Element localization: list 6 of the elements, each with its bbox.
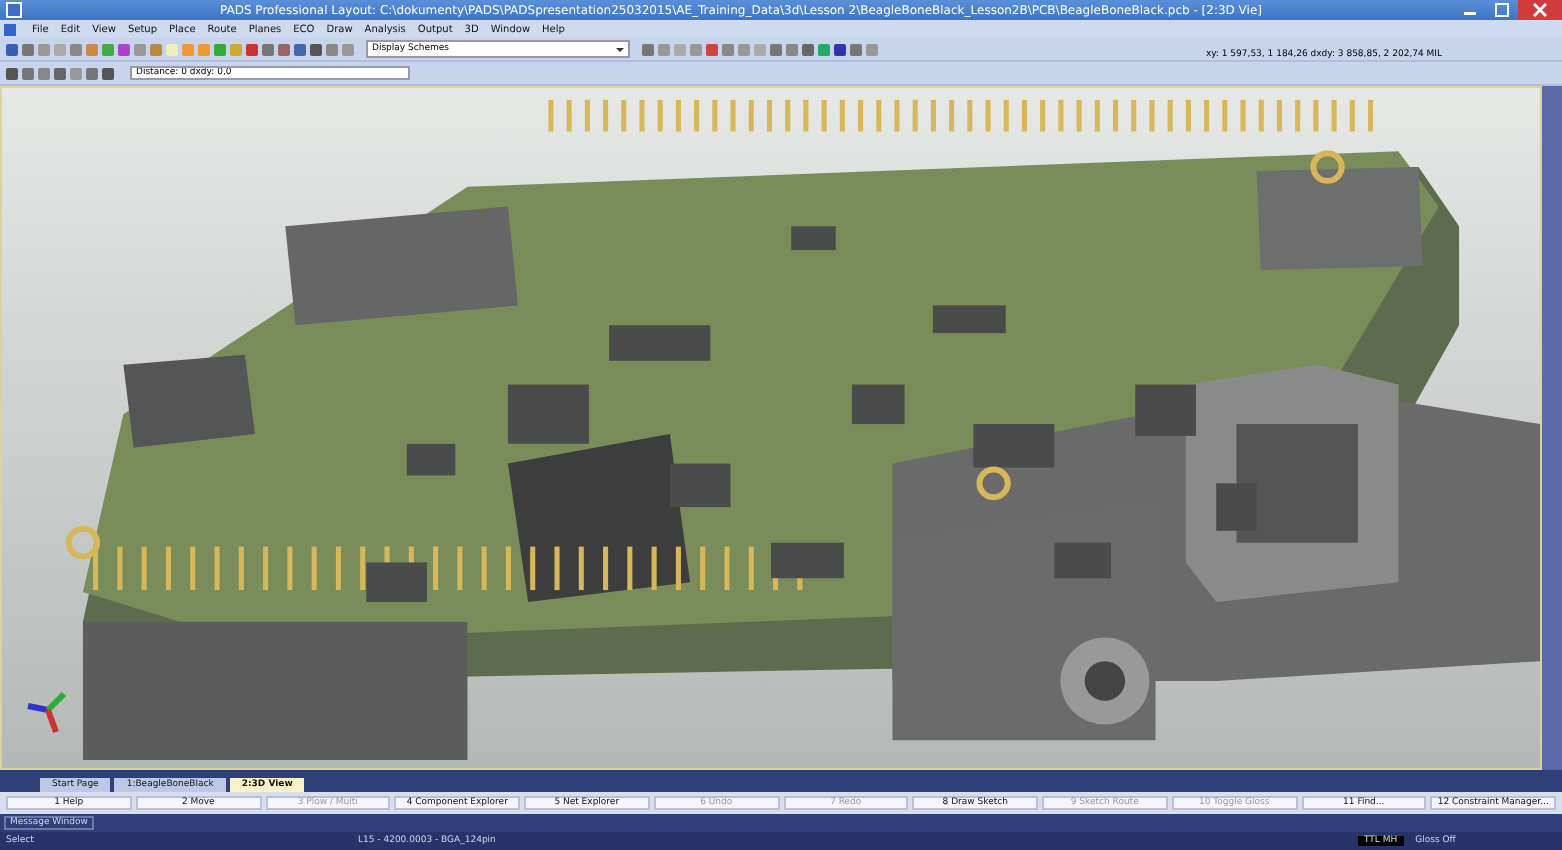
close-icon <box>1532 2 1548 18</box>
document-icon <box>4 23 16 35</box>
close-button[interactable] <box>1518 0 1562 20</box>
caret-icon <box>616 47 624 51</box>
app-icon <box>6 2 22 18</box>
maximize-icon <box>1494 2 1510 18</box>
